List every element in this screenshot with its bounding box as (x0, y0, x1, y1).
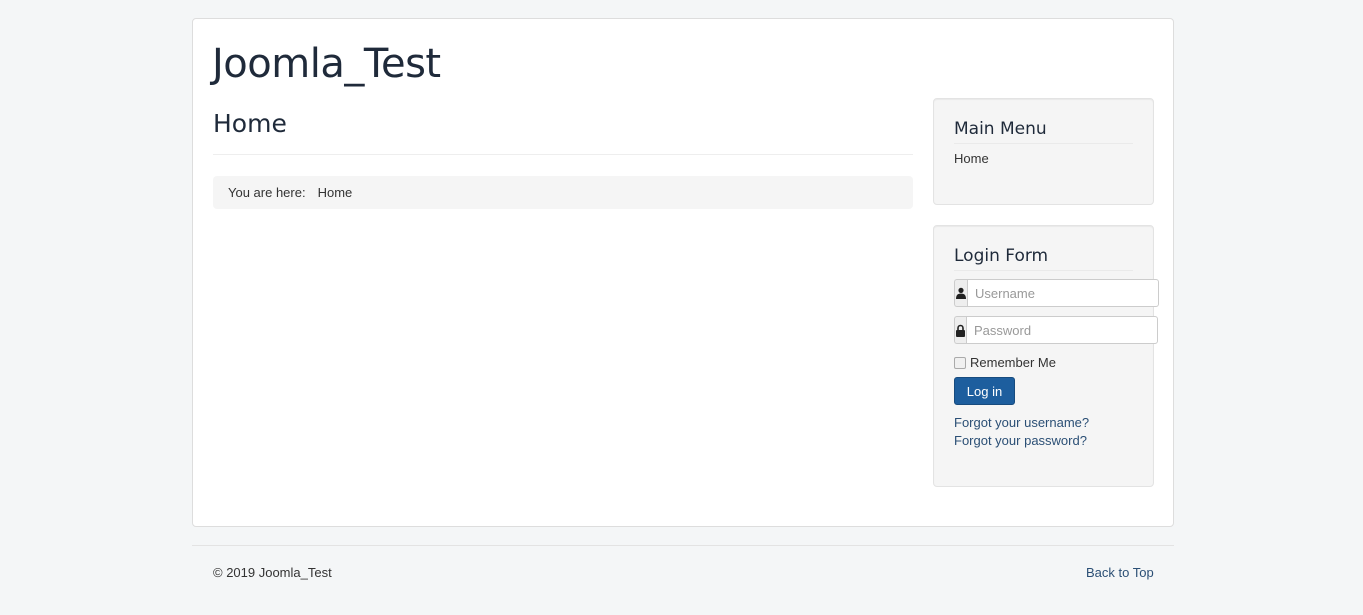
username-input-group (954, 279, 1159, 307)
login-form-title: Login Form (954, 244, 1133, 271)
login-form-module: Login Form Remember Me Log (933, 225, 1159, 487)
main-menu-title: Main Menu (954, 117, 1133, 144)
remember-me-row[interactable]: Remember Me (954, 354, 1133, 370)
body-container: Joomla_Test Home You are here: Home Main… (192, 18, 1174, 527)
back-to-top-link[interactable]: Back to Top (1086, 565, 1154, 580)
site-brand-link[interactable]: Joomla_Test (212, 41, 441, 87)
forgot-password-link[interactable]: Forgot your password? (954, 432, 1133, 450)
password-input[interactable] (966, 316, 1158, 344)
lock-icon (954, 316, 966, 344)
password-input-group (954, 316, 1158, 344)
page-header: Home (213, 107, 913, 155)
breadcrumb-label: You are here: (228, 185, 306, 200)
remember-me-label: Remember Me (970, 354, 1056, 370)
username-input[interactable] (967, 279, 1159, 307)
breadcrumb-item-home: Home (317, 185, 353, 200)
forgot-username-link[interactable]: Forgot your username? (954, 414, 1133, 432)
forgot-links: Forgot your username? Forgot your passwo… (954, 414, 1133, 450)
user-icon (954, 279, 967, 307)
footer-copyright: © 2019 Joomla_Test (213, 565, 332, 580)
remember-me-checkbox[interactable] (954, 357, 966, 369)
breadcrumb: You are here: Home (213, 176, 913, 209)
log-in-button[interactable]: Log in (954, 377, 1015, 405)
footer-divider (192, 545, 1174, 546)
main-menu-item-home[interactable]: Home (954, 150, 1133, 168)
page-title: Home (213, 109, 287, 138)
main-menu-module: Main Menu Home (933, 98, 1154, 205)
